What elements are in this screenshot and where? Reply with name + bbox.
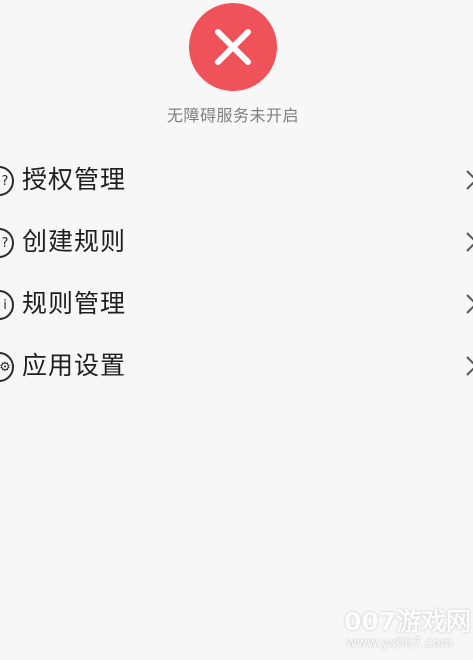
circle-icon: i <box>0 290 14 320</box>
circle-icon: ⚙ <box>0 352 14 382</box>
accessibility-main-page: 无障碍服务未开启 ? 授权管理 ? 创建规则 i 规则管理 ⚙ 应用设置 007… <box>0 0 473 660</box>
main-menu: ? 授权管理 ? 创建规则 i 规则管理 ⚙ 应用设置 <box>0 150 473 398</box>
chevron-right-icon <box>466 170 473 190</box>
chevron-right-icon <box>466 294 473 314</box>
chevron-right-icon <box>466 232 473 252</box>
chevron-right-icon <box>466 356 473 376</box>
menu-item-label: 规则管理 <box>22 289 127 318</box>
menu-item-app-settings[interactable]: ⚙ 应用设置 <box>0 336 473 398</box>
menu-item-label: 应用设置 <box>22 351 127 380</box>
menu-item-label: 授权管理 <box>22 165 127 194</box>
close-icon <box>215 29 251 65</box>
circle-icon: ? <box>0 166 14 196</box>
watermark-brand: 007游戏网 <box>344 607 472 636</box>
service-status-text: 无障碍服务未开启 <box>166 106 299 125</box>
watermark-url: www.yx007.com <box>346 636 453 651</box>
circle-icon: ? <box>0 228 14 258</box>
menu-item-label: 创建规则 <box>22 227 127 256</box>
service-status-indicator <box>189 3 277 91</box>
menu-item-authorization-management[interactable]: ? 授权管理 <box>0 150 473 212</box>
menu-item-create-rule[interactable]: ? 创建规则 <box>0 212 473 274</box>
menu-item-rule-management[interactable]: i 规则管理 <box>0 274 473 336</box>
